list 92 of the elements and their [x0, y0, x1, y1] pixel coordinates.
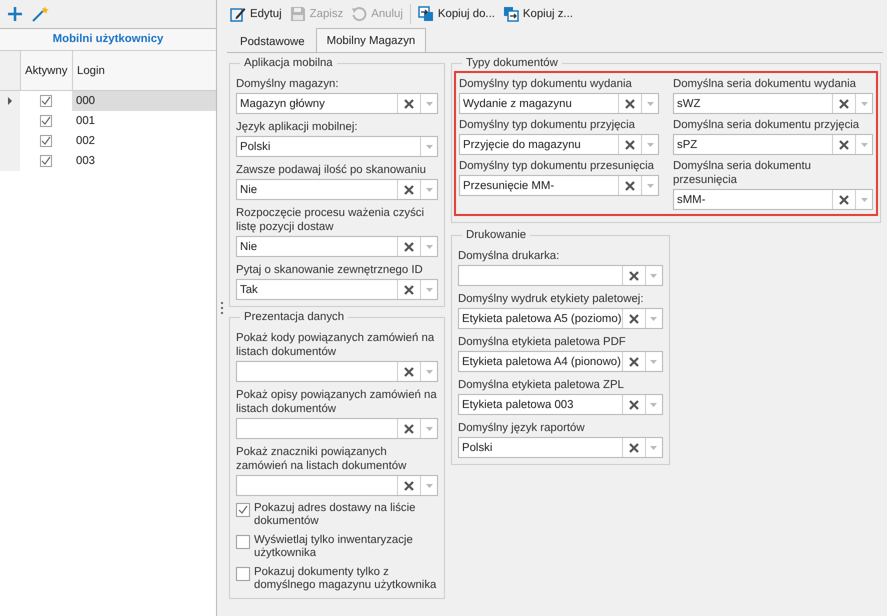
checkbox[interactable] — [40, 95, 52, 107]
field-label: Pytaj o skanowanie zewnętrznego ID — [236, 263, 424, 277]
clear-icon[interactable] — [404, 284, 414, 294]
field-label: Domyślna seria dokumentu przyjęcia — [673, 118, 860, 132]
dropdown-field[interactable]: sWZ — [673, 93, 873, 114]
magic-wand-icon[interactable] — [31, 5, 49, 23]
toolbar-button[interactable]: Edytuj — [227, 4, 285, 24]
table-cell-text: 003 — [75, 154, 96, 169]
clear-icon[interactable] — [404, 98, 414, 108]
dropdown-field[interactable] — [236, 475, 438, 496]
clear-icon[interactable] — [628, 442, 639, 452]
dropdown-field[interactable]: Przyjęcie do magazynu — [459, 134, 659, 155]
table-cell: 000 — [72, 91, 216, 111]
dropdown-field[interactable]: Etykieta paletowa A5 (poziomo) — [458, 308, 663, 329]
table-cell-text: 001 — [75, 114, 96, 129]
table-row[interactable]: 001 — [0, 111, 216, 131]
field-label: Pokaż opisy powiązanych zamówień na listach dokumentów — [236, 388, 438, 416]
clear-icon[interactable] — [625, 140, 635, 150]
field-label: Pokaż kody powiązanych zamówień na listach dokumentów — [236, 331, 436, 359]
row-pointer-icon — [8, 97, 12, 105]
dropdown-field[interactable]: Polski — [236, 136, 438, 157]
clear-icon[interactable] — [404, 424, 414, 434]
toolbar-button[interactable]: Kopiuj z... — [500, 4, 576, 24]
checkbox-label: Wyświetlaj tylko inwentaryzacje użytkownika — [254, 534, 414, 560]
group-title: Typy dokumentów — [465, 57, 559, 69]
field-label: Zawsze podawaj ilość po skanowaniu — [236, 163, 427, 177]
field-label: Domyślny język raportów — [458, 421, 586, 435]
group-title: Prezentacja danych — [243, 311, 346, 323]
dropdown-field[interactable]: sMM- — [673, 189, 873, 210]
clear-icon[interactable] — [839, 140, 849, 150]
field-label: Domyślny typ dokumentu przyjęcia — [459, 118, 636, 132]
checkbox[interactable] — [40, 155, 52, 167]
dropdown-field[interactable]: Polski — [458, 437, 663, 458]
clear-icon[interactable] — [839, 98, 849, 108]
clear-icon[interactable] — [839, 194, 849, 204]
add-icon[interactable] — [7, 6, 23, 22]
table-row[interactable]: 000 — [0, 91, 216, 111]
field-label: Domyślna seria dokumentu przesunięcia — [673, 159, 812, 187]
field-label: Domyślny wydruk etykiety paletowej: — [458, 292, 644, 306]
clear-icon[interactable] — [625, 180, 635, 190]
grid-title: Mobilni użytkownicy — [0, 29, 216, 51]
group-title: Drukowanie — [465, 229, 528, 241]
dropdown-field[interactable]: Tak — [236, 279, 438, 300]
dropdown-field[interactable] — [236, 361, 438, 382]
clear-icon[interactable] — [625, 98, 635, 108]
dropdown-field[interactable]: Nie — [236, 236, 438, 257]
dropdown-field[interactable]: Magazyn główny — [236, 93, 438, 114]
field-label: Domyślna seria dokumentu wydania — [673, 77, 857, 91]
field-label: Domyślny magazyn: — [236, 77, 340, 91]
checkbox-label: Pokazuj dokumenty tylko z domyślnego magazynu użytkownika — [254, 566, 438, 592]
column-header[interactable]: Aktywny — [20, 51, 72, 90]
checkbox[interactable] — [40, 115, 52, 127]
field-label: Język aplikacji mobilnej: — [236, 120, 359, 134]
checkbox[interactable] — [236, 535, 250, 549]
undo-icon — [351, 6, 368, 22]
checkbox[interactable] — [236, 503, 250, 517]
dropdown-field[interactable] — [458, 265, 663, 286]
field-label: Domyślny typ dokumentu wydania — [459, 77, 633, 91]
field-label: Domyślny typ dokumentu przesunięcia — [459, 159, 655, 173]
clear-icon[interactable] — [628, 314, 639, 324]
dropdown-field[interactable]: Etykieta paletowa A4 (pionowo) — [458, 351, 663, 372]
group-title: Aplikacja mobilna — [243, 57, 334, 69]
dropdown-field[interactable] — [236, 418, 438, 439]
clear-icon[interactable] — [628, 400, 639, 410]
table-cell-text: 002 — [75, 134, 96, 149]
clear-icon[interactable] — [404, 184, 414, 194]
pencil-icon — [230, 6, 246, 22]
field-label: Domyślna drukarka: — [458, 249, 560, 263]
column-header[interactable]: Login — [72, 51, 216, 90]
copy-from-icon — [502, 6, 519, 22]
copy-to-icon — [418, 6, 434, 22]
table-row[interactable]: 002 — [0, 131, 216, 151]
clear-icon[interactable] — [628, 356, 639, 366]
dropdown-field[interactable]: Wydanie z magazynu — [459, 93, 659, 114]
checkbox[interactable] — [40, 135, 52, 147]
checkbox[interactable] — [236, 567, 250, 581]
field-label: Domyślna etykieta paletowa ZPL — [458, 378, 625, 392]
clear-icon[interactable] — [404, 480, 414, 490]
field-label: Rozpoczęcie procesu ważenia czyści listę pozycji dostaw — [236, 206, 426, 234]
clear-icon[interactable] — [404, 242, 414, 252]
checkbox-label: Pokazuj adres dostawy na liście dokumentów — [254, 502, 416, 528]
dropdown-field[interactable]: Przesunięcie MM- — [459, 175, 659, 196]
field-label: Pokaż znaczniki powiązanych zamówień na listach dokumentów — [236, 445, 408, 473]
clear-icon[interactable] — [404, 366, 414, 376]
toolbar-button[interactable]: Kopiuj do... — [414, 4, 498, 24]
tab[interactable]: Mobilny Magazyn — [316, 28, 426, 52]
dropdown-field[interactable]: Etykieta paletowa 003 — [458, 394, 663, 415]
dropdown-field[interactable]: sPZ — [673, 134, 873, 155]
field-label: Domyślna etykieta paletowa PDF — [458, 335, 627, 349]
dropdown-field[interactable]: Nie — [236, 179, 438, 200]
clear-icon[interactable] — [628, 270, 639, 280]
table-row[interactable]: 003 — [0, 151, 216, 171]
